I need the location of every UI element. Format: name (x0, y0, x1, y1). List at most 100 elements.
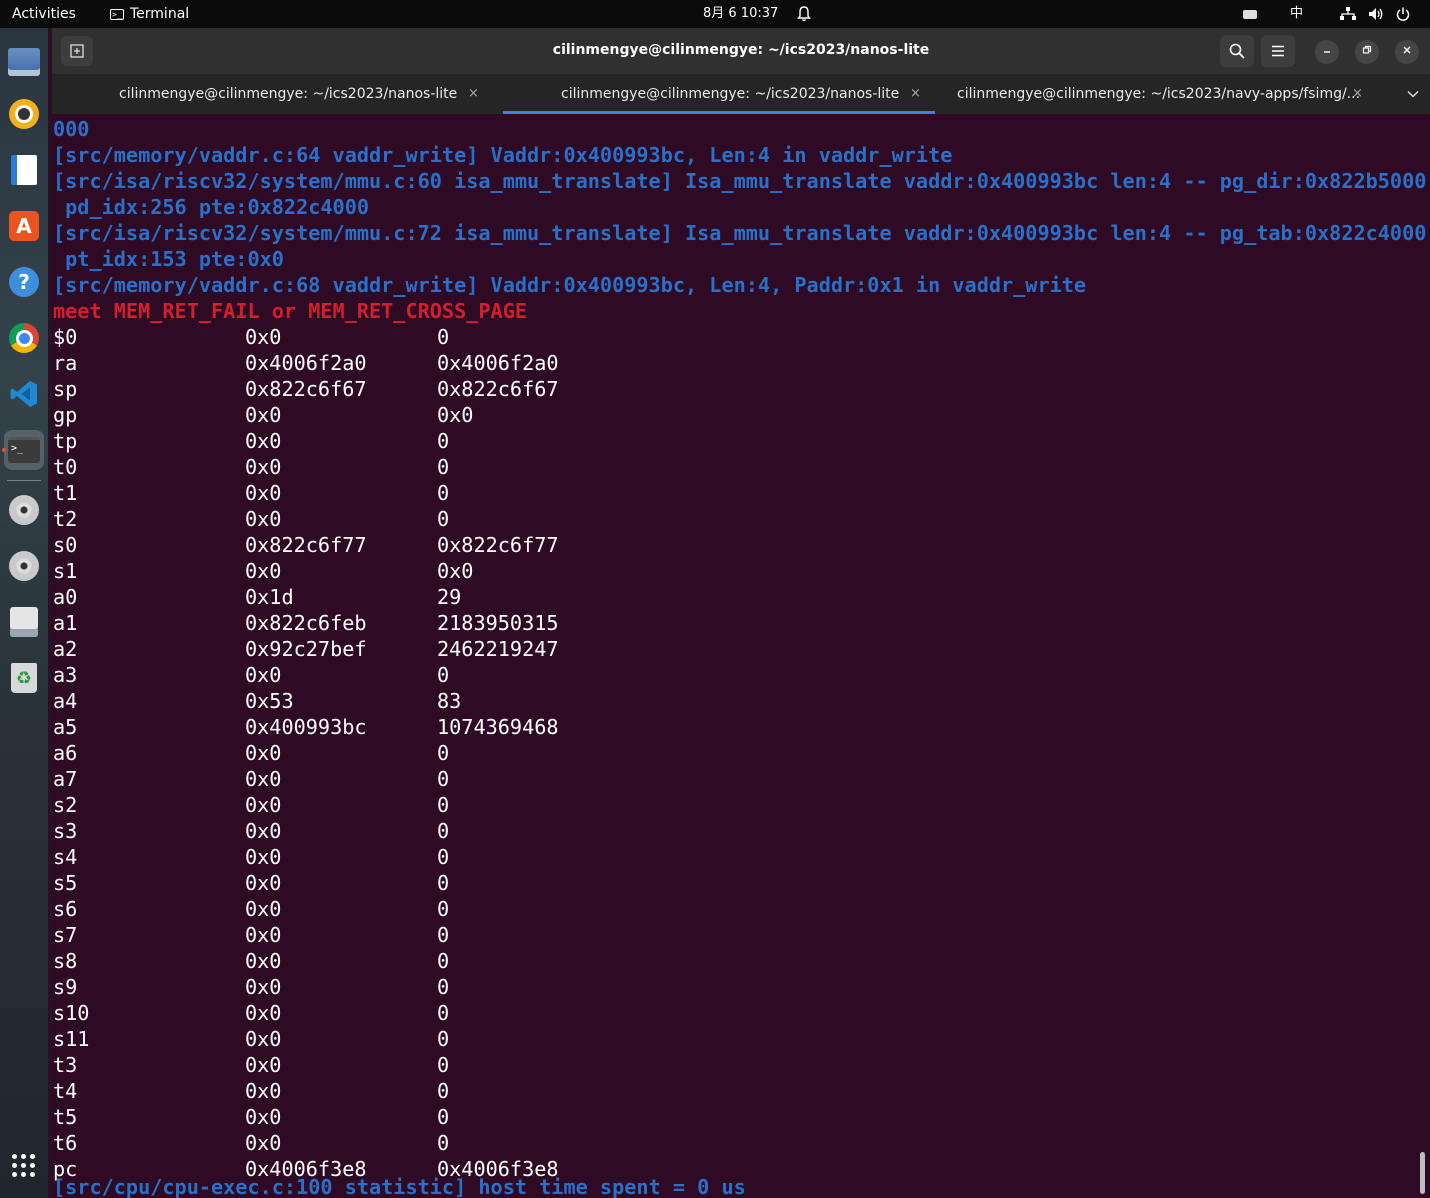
terminal-output[interactable]: 000 [src/memory/vaddr.c:64 vaddr_write] … (52, 114, 1430, 1198)
tab-2-active[interactable]: cilinmengye@cilinmengye: ~/ics2023/nanos… (503, 74, 935, 114)
register-value: 0 (437, 455, 450, 479)
network-icon[interactable] (1340, 0, 1356, 28)
register-hex: 0x0 (245, 429, 282, 453)
register-value: 0 (437, 819, 450, 843)
writer-icon[interactable] (4, 150, 44, 190)
terminal-icon[interactable]: >_ (4, 430, 44, 470)
volume-icon[interactable] (1368, 0, 1384, 28)
register-value: 0x0 (437, 559, 474, 583)
drive-icon[interactable] (4, 602, 44, 642)
minimize-button[interactable] (1315, 40, 1339, 64)
register-value: 0 (437, 871, 450, 895)
log-line: [src/memory/vaddr.c:64 vaddr_write] Vadd… (53, 143, 953, 167)
clock[interactable]: 8月 6 10:37 (703, 0, 778, 28)
register-value: 0 (437, 767, 450, 791)
log-line: [src/isa/riscv32/system/mmu.c:72 isa_mmu… (53, 221, 1427, 245)
running-indicator (2, 448, 6, 452)
scrollbar[interactable] (1420, 1152, 1425, 1194)
register-name: t0 (53, 455, 78, 479)
app-center-icon[interactable]: A (4, 206, 44, 246)
register-name: tp (53, 429, 78, 453)
tab-1[interactable]: cilinmengye@cilinmengye: ~/ics2023/nanos… (52, 74, 503, 114)
new-tab-button[interactable] (61, 36, 93, 66)
register-value: 1074369468 (437, 715, 559, 739)
register-name: a6 (53, 741, 78, 765)
minimize-icon (1324, 51, 1330, 53)
register-value: 0 (437, 507, 450, 531)
register-hex: 0x0 (245, 949, 282, 973)
power-icon[interactable] (1396, 0, 1410, 28)
help-icon[interactable]: ? (4, 262, 44, 302)
search-button[interactable] (1220, 35, 1254, 67)
log-line: [src/isa/riscv32/system/mmu.c:60 isa_mmu… (53, 169, 1427, 193)
register-hex: 0x822c6feb (245, 611, 367, 635)
register-value: 0 (437, 429, 450, 453)
register-hex: 0x0 (245, 1105, 282, 1129)
register-name: s3 (53, 819, 78, 843)
menu-button[interactable] (1261, 35, 1295, 67)
register-hex: 0x53 (245, 689, 294, 713)
tab-list-button[interactable] (1398, 74, 1428, 114)
log-line: [src/cpu/cpu-exec.c:100 statistic] host … (53, 1175, 746, 1198)
chevron-down-icon (1407, 90, 1419, 98)
files-icon[interactable] (4, 42, 44, 82)
maximize-button[interactable] (1355, 40, 1379, 64)
close-button[interactable] (1395, 40, 1419, 64)
terminal-small-icon: >_ (110, 8, 124, 20)
register-hex: 0x0 (245, 325, 282, 349)
log-line: [src/memory/vaddr.c:68 vaddr_write] Vadd… (53, 273, 1087, 297)
register-name: a0 (53, 585, 78, 609)
register-name: t2 (53, 507, 78, 531)
trash-icon[interactable]: ♻ (4, 658, 44, 698)
new-tab-icon (70, 44, 84, 58)
register-hex: 0x1d (245, 585, 294, 609)
log-line: pt_idx:153 pte:0x0 (53, 247, 284, 271)
rhythmbox-icon[interactable] (4, 94, 44, 134)
dock: A ? >_ ♻ (0, 28, 48, 1198)
register-hex: 0x0 (245, 1131, 282, 1155)
register-hex: 0x822c6f77 (245, 533, 367, 557)
register-name: s5 (53, 871, 78, 895)
register-hex: 0x0 (245, 767, 282, 791)
register-hex: 0x0 (245, 403, 282, 427)
register-hex: 0x0 (245, 975, 282, 999)
register-value: 0 (437, 325, 450, 349)
app-menu[interactable]: >_ Terminal (110, 0, 189, 28)
register-hex: 0x0 (245, 559, 282, 583)
register-hex: 0x0 (245, 741, 282, 765)
bell-icon[interactable] (797, 0, 811, 28)
register-name: s10 (53, 1001, 90, 1025)
register-name: s9 (53, 975, 78, 999)
keyboard-icon[interactable] (1243, 0, 1257, 28)
register-hex: 0x0 (245, 897, 282, 921)
disc-icon[interactable] (4, 546, 44, 586)
register-value: 0 (437, 481, 450, 505)
top-bar: Activities >_ Terminal 8月 6 10:37 中 (0, 0, 1430, 28)
tab-close-icon[interactable]: × (468, 74, 479, 114)
show-apps-icon[interactable] (12, 1154, 36, 1178)
register-value: 0 (437, 897, 450, 921)
vscode-icon[interactable] (4, 374, 44, 414)
register-value: 0 (437, 1079, 450, 1103)
register-value: 0 (437, 845, 450, 869)
register-value: 0 (437, 949, 450, 973)
search-icon (1229, 43, 1245, 59)
register-value: 0 (437, 975, 450, 999)
register-value: 83 (437, 689, 462, 713)
input-method-indicator[interactable]: 中 (1290, 0, 1303, 28)
register-hex: 0x92c27bef (245, 637, 367, 661)
activities-button[interactable]: Activities (12, 0, 76, 28)
error-line: meet MEM_RET_FAIL or MEM_RET_CROSS_PAGE (53, 299, 528, 323)
register-hex: 0x0 (245, 819, 282, 843)
hamburger-icon (1272, 45, 1284, 57)
disc-icon[interactable] (4, 490, 44, 530)
chrome-icon[interactable] (4, 318, 44, 358)
restore-icon (1362, 45, 1372, 54)
tab-close-icon[interactable]: × (910, 74, 921, 114)
register-name: a4 (53, 689, 78, 713)
tab-3[interactable]: cilinmengye@cilinmengye: ~/ics2023/navy-… (935, 74, 1375, 114)
register-value: 0 (437, 1131, 450, 1155)
tab-close-icon[interactable]: × (1352, 74, 1363, 114)
register-hex: 0x0 (245, 663, 282, 687)
register-hex: 0x0 (245, 507, 282, 531)
